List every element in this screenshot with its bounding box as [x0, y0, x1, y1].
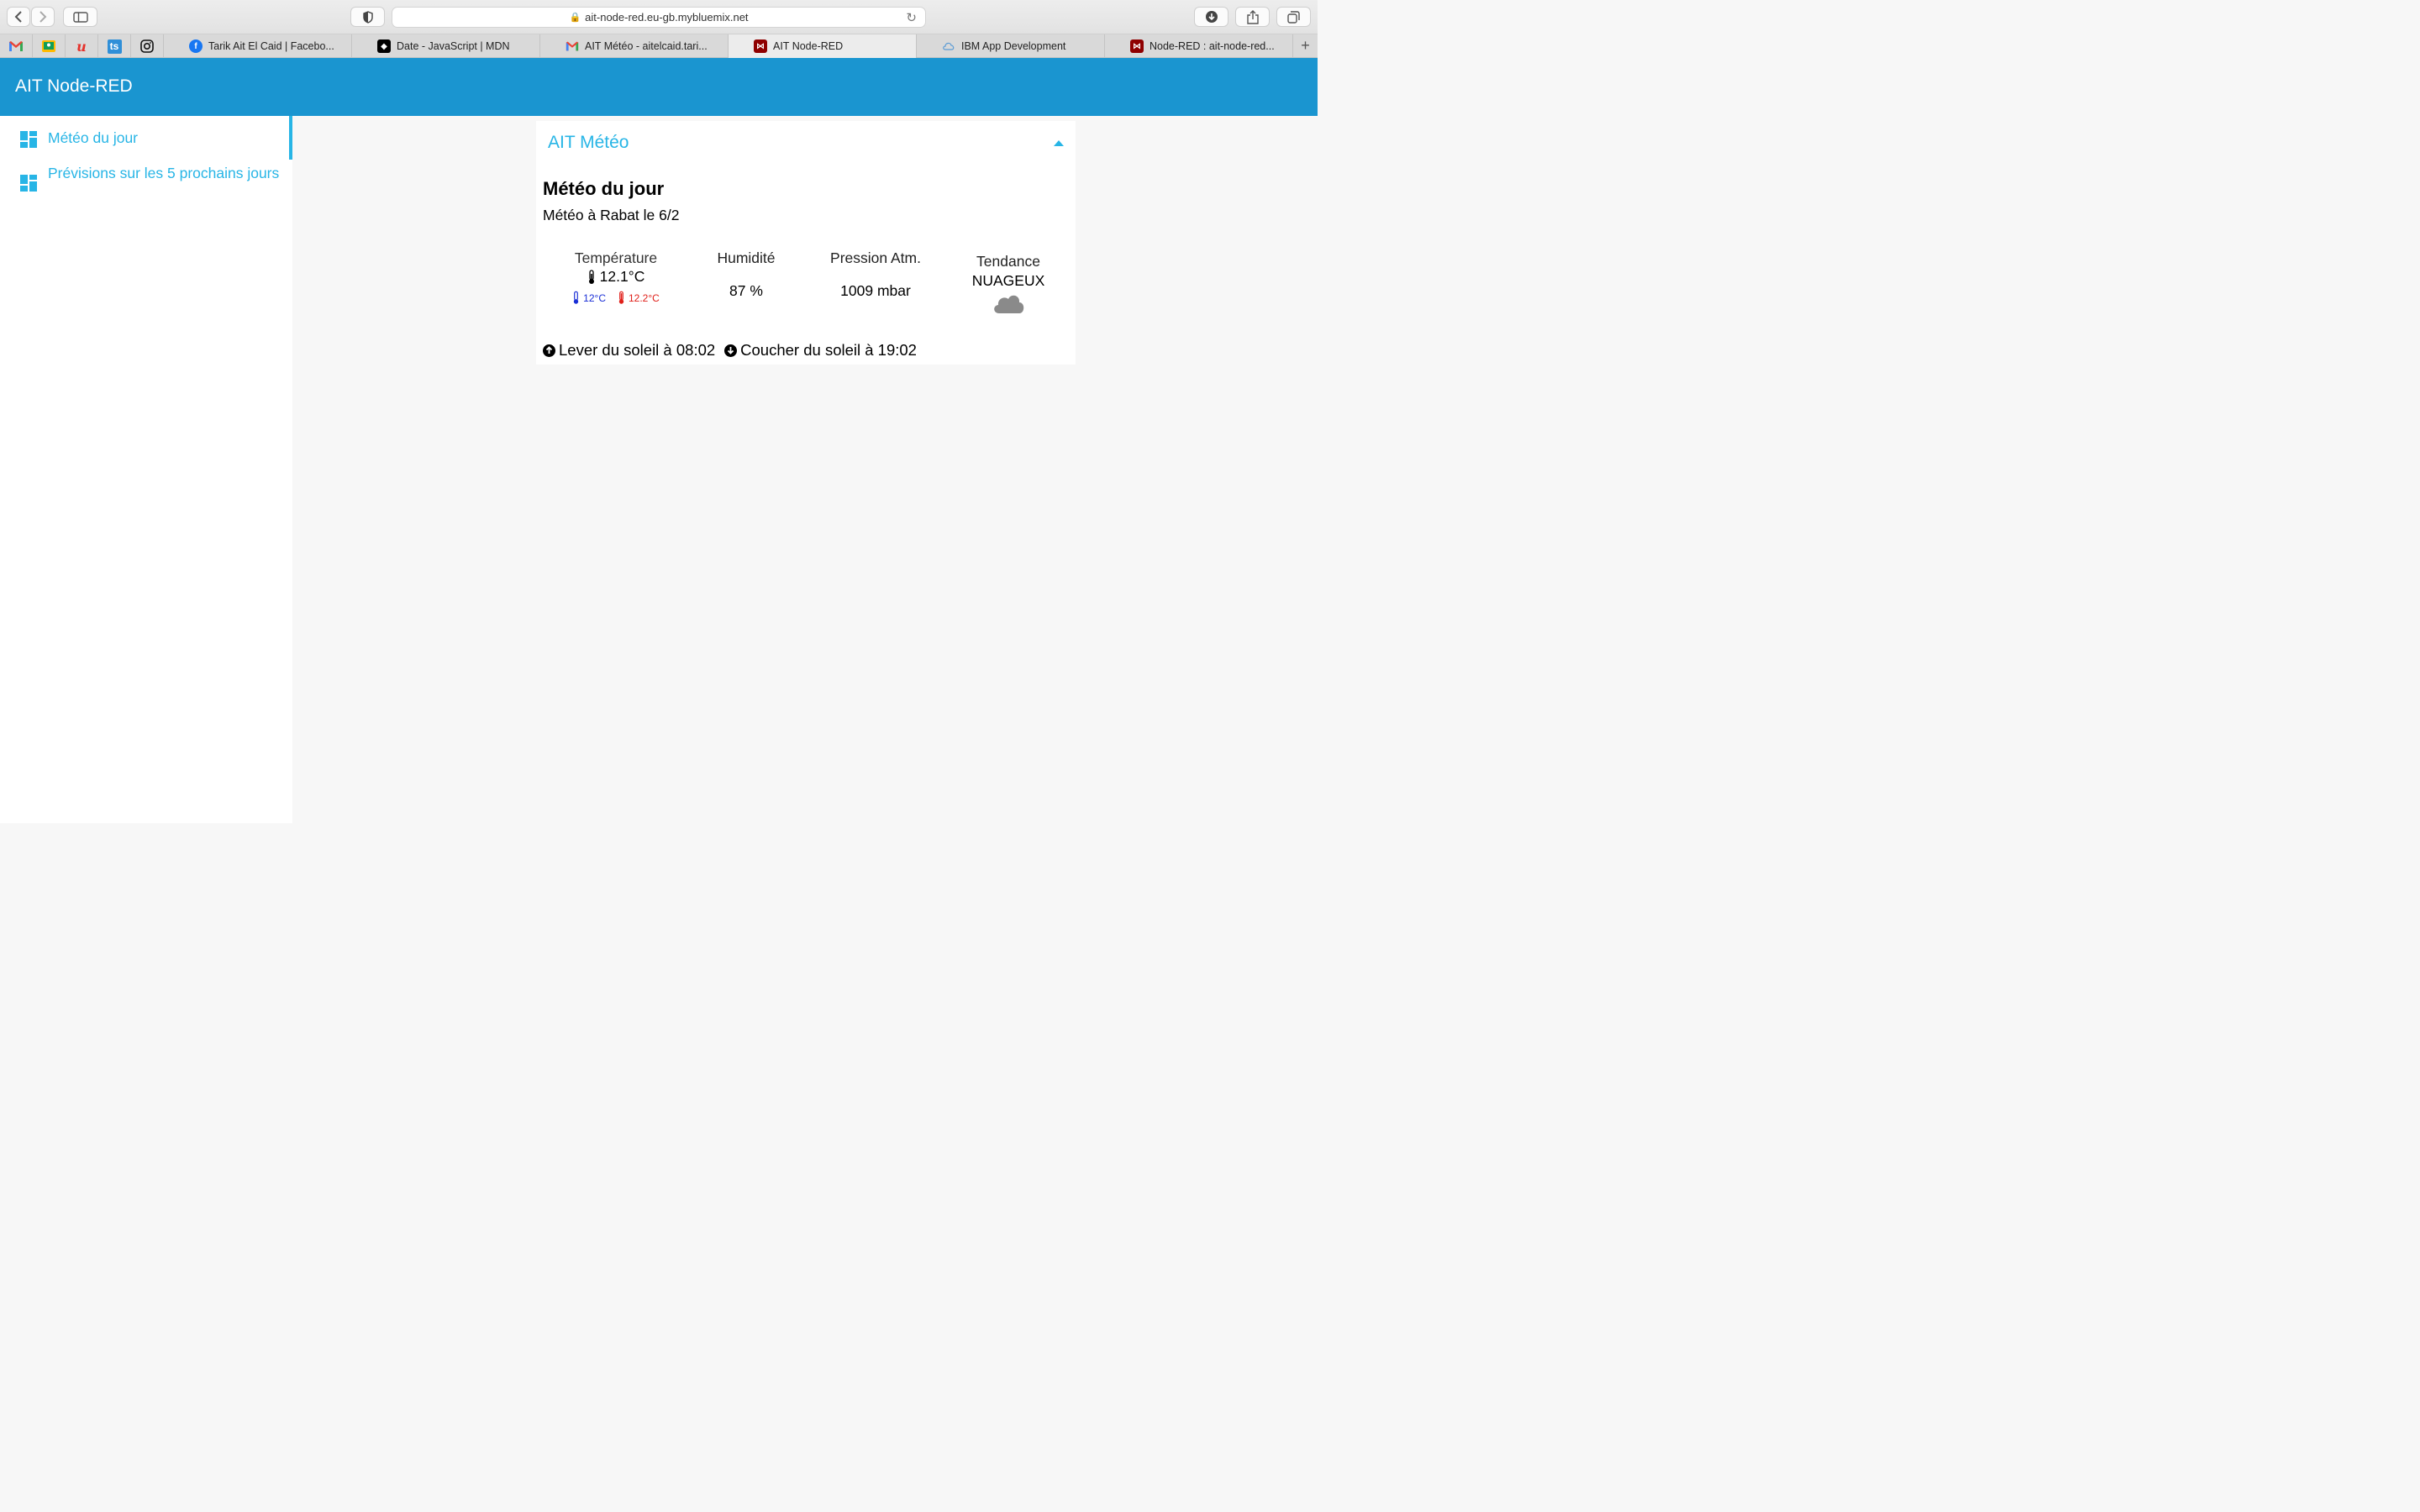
downloads-button[interactable] — [1194, 7, 1228, 27]
weather-card: AIT Météo Météo du jour Météo à Rabat le… — [536, 121, 1076, 365]
mdn-icon: ◆ — [377, 39, 391, 53]
tab-label: Date - JavaScript | MDN — [397, 40, 510, 52]
ts-icon: ts — [107, 39, 122, 54]
ibm-cloud-icon — [943, 42, 955, 50]
tab-gmail[interactable]: AIT Météo - aitelcaid.tari... — [540, 34, 729, 58]
pinned-tab-gmail[interactable] — [0, 34, 33, 58]
weather-subheading: Météo à Rabat le 6/2 — [543, 207, 680, 223]
trend-block: Tendance NUAGEUX — [950, 252, 1067, 314]
classroom-icon — [42, 40, 55, 52]
shield-icon — [362, 10, 373, 24]
sun-times: Lever du soleil à 08:02 Coucher du solei… — [543, 341, 917, 360]
thermometer-hot-icon — [618, 291, 624, 304]
sidebar-item-label: Prévisions sur les 5 prochains jours — [48, 165, 280, 181]
pinned-tab-instagram[interactable] — [131, 34, 164, 58]
cloud-icon — [994, 295, 1024, 313]
temperature-min-value: 12°C — [583, 291, 606, 304]
humidity-label: Humidité — [717, 249, 776, 266]
tab-overview-button[interactable] — [1276, 7, 1311, 27]
tab-mdn[interactable]: ◆ Date - JavaScript | MDN — [352, 34, 540, 58]
reload-icon[interactable]: ↻ — [906, 10, 917, 25]
gmail-icon — [566, 41, 579, 51]
facebook-icon: f — [189, 39, 203, 53]
lock-icon: 🔒 — [569, 13, 581, 23]
tab-node-red-flows[interactable]: ⋈ Node-RED : ait-node-red... — [1105, 34, 1293, 58]
tab-label: AIT Météo - aitelcaid.tari... — [585, 40, 708, 52]
arrow-down-circle-icon — [724, 344, 738, 357]
sidebar-item-meteo-du-jour[interactable]: Météo du jour — [0, 116, 292, 160]
back-button[interactable] — [7, 7, 30, 27]
dashboard-icon — [20, 175, 37, 192]
pinned-tab-ts[interactable]: ts — [98, 34, 131, 58]
tab-ibm-app-development[interactable]: IBM App Development — [917, 34, 1105, 58]
trend-label: Tendance — [976, 253, 1040, 270]
pinned-tab-classroom[interactable] — [33, 34, 66, 58]
temperature-block: Température 12.1°C 12°C 12.2°C — [553, 249, 679, 305]
thermometer-icon — [588, 269, 594, 284]
privacy-shield-button[interactable] — [350, 7, 385, 27]
thermometer-cold-icon — [573, 291, 579, 304]
sunset-text: Coucher du soleil à 19:02 — [740, 341, 917, 359]
sidebar: Météo du jour Prévisions sur les 5 proch… — [0, 116, 292, 823]
new-tab-button[interactable]: + — [1293, 34, 1318, 57]
forward-button[interactable] — [31, 7, 55, 27]
sidebar-icon — [72, 11, 88, 23]
temperature-min: 12°C — [572, 291, 606, 305]
tab-label: Node-RED : ait-node-red... — [1150, 40, 1275, 52]
tab-bar: u ts f Tarik Ait El Caid | Facebo... ◆ D… — [0, 34, 1318, 58]
tab-label: IBM App Development — [961, 40, 1066, 52]
pressure-block: Pression Atm. 1009 mbar — [808, 249, 943, 300]
weather-heading: Météo du jour — [543, 178, 665, 199]
app-header: AIT Node-RED — [0, 58, 1318, 116]
share-button[interactable] — [1235, 7, 1270, 27]
temperature-max: 12.2°C — [618, 291, 660, 305]
temperature-value: 12.1°C — [599, 268, 645, 285]
humidity-value: 87 % — [729, 282, 763, 299]
pressure-value: 1009 mbar — [840, 282, 911, 299]
pressure-label: Pression Atm. — [830, 249, 921, 266]
sidebar-item-previsions[interactable]: Prévisions sur les 5 prochains jours — [0, 163, 292, 207]
sidebar-toggle-button[interactable] — [63, 7, 97, 27]
instagram-icon — [140, 39, 154, 53]
sunrise-text: Lever du soleil à 08:02 — [559, 341, 716, 359]
pinned-tab-u[interactable]: u — [66, 34, 98, 58]
node-red-icon: ⋈ — [1130, 39, 1144, 53]
sidebar-item-label: Météo du jour — [48, 129, 139, 146]
u-icon: u — [76, 38, 87, 55]
tab-facebook[interactable]: f Tarik Ait El Caid | Facebo... — [164, 34, 352, 58]
browser-toolbar: 🔒 ait-node-red.eu-gb.mybluemix.net ↻ — [0, 0, 1318, 34]
group-title: AIT Météo — [548, 133, 629, 152]
tabs-overview-icon — [1287, 10, 1300, 24]
trend-value: NUAGEUX — [971, 272, 1045, 289]
temperature-label: Température — [574, 249, 658, 266]
gmail-icon — [9, 41, 23, 51]
address-bar[interactable]: 🔒 ait-node-red.eu-gb.mybluemix.net ↻ — [392, 7, 926, 28]
chevron-left-icon — [14, 11, 22, 23]
tab-label: AIT Node-RED — [773, 40, 844, 52]
humidity-block: Humidité 87 % — [687, 249, 805, 300]
dashboard-icon — [20, 131, 37, 148]
chevron-right-icon — [39, 11, 47, 23]
download-icon — [1205, 11, 1218, 23]
tab-ait-node-red[interactable]: ⋈ AIT Node-RED — [729, 34, 917, 58]
app-title: AIT Node-RED — [15, 76, 133, 96]
node-red-icon: ⋈ — [754, 39, 767, 53]
share-icon — [1246, 9, 1259, 24]
temperature-max-value: 12.2°C — [628, 291, 660, 304]
url-text: ait-node-red.eu-gb.mybluemix.net — [585, 11, 749, 24]
collapse-caret-icon[interactable] — [1054, 140, 1064, 146]
arrow-up-circle-icon — [543, 344, 555, 357]
tab-label: Tarik Ait El Caid | Facebo... — [208, 40, 334, 52]
